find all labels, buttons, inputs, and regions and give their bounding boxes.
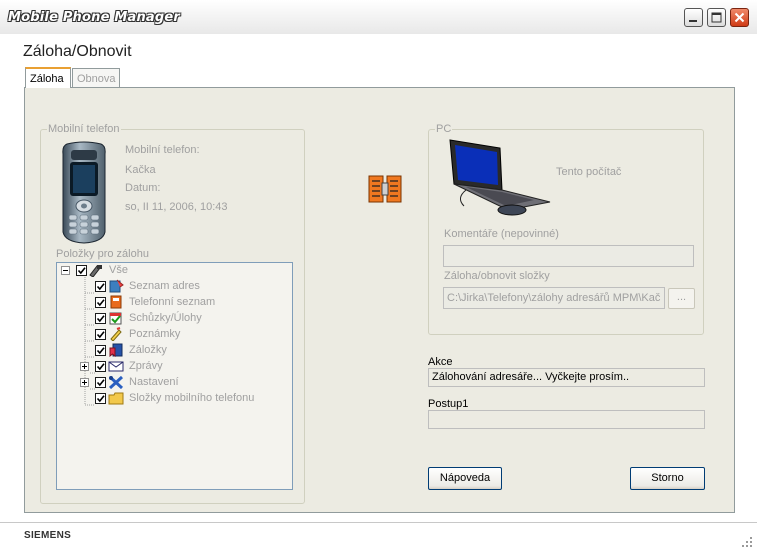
checkbox-address-book[interactable] bbox=[95, 281, 106, 292]
tree-root-label[interactable]: Vše bbox=[109, 264, 128, 280]
tree-item-label[interactable]: Nastavení bbox=[129, 376, 179, 392]
checkmark-icon bbox=[96, 379, 105, 387]
laptop-icon bbox=[449, 139, 551, 216]
collapse-toggle-root[interactable] bbox=[61, 266, 70, 275]
tab-backup[interactable]: Záloha bbox=[25, 67, 71, 88]
folder-label: Záloha/obnovit složky bbox=[444, 270, 550, 282]
backup-items-tree[interactable]: Vše Seznam adres Telefonní seznam Schůzk… bbox=[56, 262, 293, 490]
checkbox-bookmarks[interactable] bbox=[95, 345, 106, 356]
checkbox-settings[interactable] bbox=[95, 377, 106, 388]
cancel-button[interactable]: Storno bbox=[630, 467, 705, 490]
phonebook-icon bbox=[110, 295, 122, 309]
tree-item-label[interactable]: Schůzky/Úlohy bbox=[129, 312, 202, 328]
folder-icon bbox=[108, 392, 124, 405]
maximize-icon bbox=[711, 12, 722, 23]
mobile-phone-icon bbox=[62, 141, 106, 244]
tree-item-label[interactable]: Seznam adres bbox=[129, 280, 200, 296]
settings-tools-icon bbox=[108, 375, 124, 389]
address-book-icon bbox=[109, 279, 124, 293]
progress-bar bbox=[428, 410, 705, 429]
checkbox-all[interactable] bbox=[76, 265, 87, 276]
comment-input[interactable] bbox=[443, 245, 694, 267]
phone-name: Kačka bbox=[125, 164, 156, 176]
note-pen-icon bbox=[110, 327, 122, 341]
title-bar[interactable]: Mobile Phone Manager bbox=[0, 0, 757, 34]
checkmark-icon bbox=[96, 315, 105, 323]
help-button[interactable]: Nápoveda bbox=[428, 467, 502, 490]
checkmark-icon bbox=[96, 363, 105, 371]
data-transfer-icon bbox=[368, 175, 402, 203]
checkbox-appointments[interactable] bbox=[95, 313, 106, 324]
checkbox-phone-folders[interactable] bbox=[95, 393, 106, 404]
comment-label: Komentáře (nepovinné) bbox=[444, 228, 559, 240]
phone-group-label: Mobilní telefon bbox=[48, 123, 120, 135]
brand-label: SIEMENS bbox=[24, 530, 72, 541]
tree-item-label[interactable]: Záložky bbox=[129, 344, 167, 360]
tools-icon bbox=[89, 265, 102, 277]
tab-restore[interactable]: Obnova bbox=[72, 68, 120, 88]
tree-label: Položky pro zálohu bbox=[56, 248, 149, 260]
close-icon bbox=[734, 12, 745, 23]
folder-path-input[interactable]: C:\Jirka\Telefony\zálohy adresářů MPM\Ka… bbox=[443, 287, 665, 309]
checkbox-messages[interactable] bbox=[95, 361, 106, 372]
checkmark-icon bbox=[96, 331, 105, 339]
checkmark-icon bbox=[77, 267, 86, 275]
checkmark-icon bbox=[96, 347, 105, 355]
calendar-check-icon bbox=[109, 312, 122, 325]
checkbox-notes[interactable] bbox=[95, 329, 106, 340]
minimize-button[interactable] bbox=[684, 8, 703, 27]
resize-grip-icon[interactable] bbox=[741, 536, 753, 548]
this-computer-label: Tento počítač bbox=[556, 166, 622, 178]
date-value: so, II 11, 2006, 10:43 bbox=[125, 201, 228, 213]
status-separator bbox=[0, 522, 757, 523]
checkmark-icon bbox=[96, 299, 105, 307]
browse-button[interactable]: ... bbox=[668, 288, 695, 309]
expand-toggle-settings[interactable] bbox=[80, 378, 89, 387]
bookmark-icon bbox=[109, 343, 123, 357]
maximize-button[interactable] bbox=[707, 8, 726, 27]
minimize-icon bbox=[689, 20, 697, 22]
page-title: Záloha/Obnovit bbox=[23, 43, 132, 60]
progress-label: Postup1 bbox=[428, 398, 469, 410]
tree-item-label[interactable]: Poznámky bbox=[129, 328, 180, 344]
pc-group-label: PC bbox=[436, 123, 452, 135]
action-status-field: Zálohování adresáře... Vyčkejte prosím.. bbox=[428, 368, 705, 387]
tree-item-label[interactable]: Zprávy bbox=[129, 360, 163, 376]
envelope-icon bbox=[108, 361, 124, 372]
action-label: Akce bbox=[428, 356, 453, 368]
application-window: Mobile Phone Manager Záloha/Obnovit Zálo… bbox=[0, 0, 757, 552]
tree-item-label[interactable]: Telefonní seznam bbox=[129, 296, 215, 312]
date-label: Datum: bbox=[125, 182, 161, 194]
window-title: Mobile Phone Manager bbox=[8, 10, 181, 25]
checkbox-phonebook[interactable] bbox=[95, 297, 106, 308]
checkmark-icon bbox=[96, 283, 105, 291]
close-button[interactable] bbox=[730, 8, 749, 27]
tree-item-label[interactable]: Složky mobilního telefonu bbox=[129, 392, 254, 408]
phone-field-label: Mobilní telefon: bbox=[125, 144, 200, 156]
checkmark-icon bbox=[96, 395, 105, 403]
expand-toggle-messages[interactable] bbox=[80, 362, 89, 371]
